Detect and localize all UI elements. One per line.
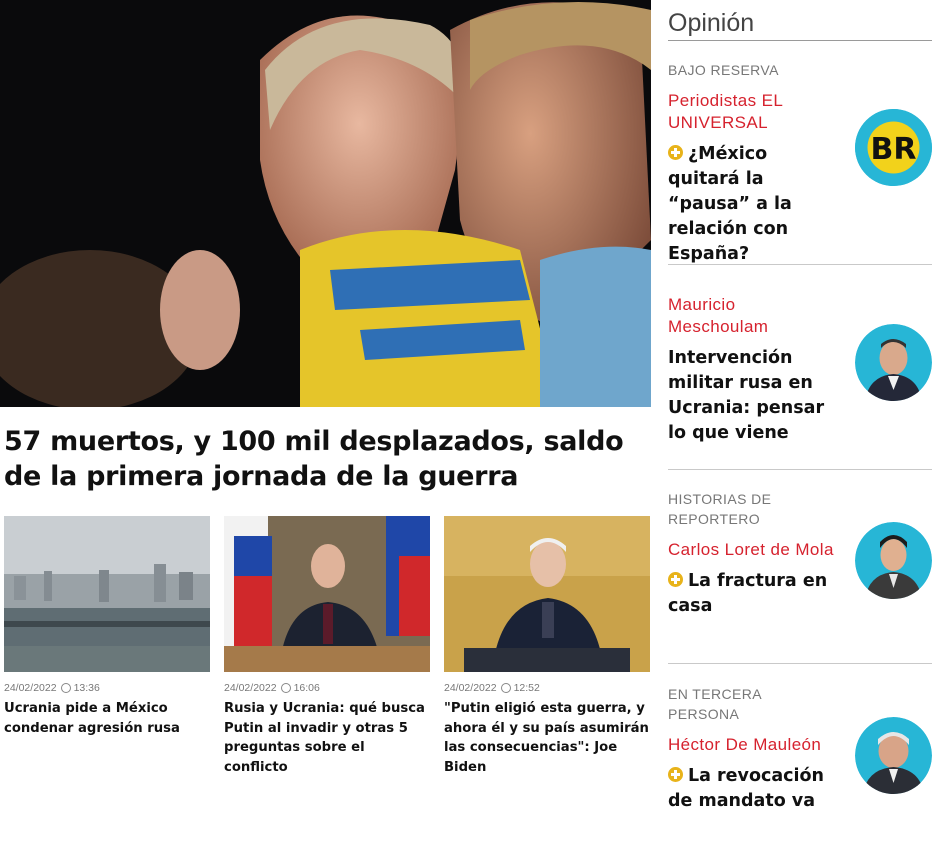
card-time: 13:36 <box>73 682 100 694</box>
clock-icon <box>500 683 511 693</box>
divider <box>668 663 932 664</box>
opinion-headline-text: La fractura en casa <box>668 571 828 616</box>
svg-text:BR: BR <box>871 132 917 167</box>
news-card[interactable]: 24/02/2022 16:06 Rusia y Ucrania: qué bu… <box>224 516 430 777</box>
clock-icon <box>60 683 71 693</box>
divider <box>668 264 932 265</box>
hero-image[interactable] <box>0 0 651 407</box>
card-time: 16:06 <box>293 682 320 694</box>
opinion-sidebar: Opinión BAJO RESERVA Periodistas EL UNIV… <box>668 0 932 811</box>
avatar[interactable] <box>855 324 932 401</box>
hero-headline[interactable]: 57 muertos, y 100 mil desplazados, saldo… <box>4 424 644 494</box>
putin-address-image[interactable] <box>224 516 430 672</box>
opinion-item[interactable]: Mauricio Meschoulam Intervención militar… <box>668 294 932 470</box>
opinion-title[interactable]: Opinión <box>668 8 932 38</box>
card-headline[interactable]: Rusia y Ucrania: qué busca Putin al inva… <box>224 699 430 777</box>
card-date: 24/02/2022 <box>224 682 277 694</box>
opinion-section[interactable]: BAJO RESERVA <box>668 60 932 80</box>
kyiv-skyline-image[interactable] <box>4 516 210 672</box>
divider <box>668 40 932 41</box>
opinion-item[interactable]: EN TERCERA PERSONA Héctor De Mauleón La … <box>668 684 932 814</box>
plus-icon <box>668 572 683 587</box>
card-meta: 24/02/2022 13:36 <box>4 681 210 695</box>
opinion-section[interactable]: HISTORIAS DE REPORTERO <box>668 489 808 529</box>
card-date: 24/02/2022 <box>4 682 57 694</box>
opinion-author[interactable]: Héctor De Mauleón <box>668 734 838 756</box>
avatar[interactable]: BR <box>855 109 932 186</box>
opinion-headline[interactable]: ¿México quitará la “pausa” a la relación… <box>668 142 840 267</box>
card-meta: 24/02/2022 12:52 <box>444 681 650 695</box>
author-photo <box>855 717 932 794</box>
opinion-headline-text: La revocación de mandato va <box>668 766 825 811</box>
hero-photo <box>0 0 651 407</box>
opinion-author[interactable]: Periodistas EL UNIVERSAL <box>668 90 838 134</box>
card-meta: 24/02/2022 16:06 <box>224 681 430 695</box>
opinion-item[interactable]: HISTORIAS DE REPORTERO Carlos Loret de M… <box>668 489 932 664</box>
card-headline[interactable]: Ucrania pide a México condenar agresión … <box>4 699 210 738</box>
opinion-author[interactable]: Mauricio Meschoulam <box>668 294 838 338</box>
clock-icon <box>280 683 291 693</box>
opinion-section[interactable]: EN TERCERA PERSONA <box>668 684 808 724</box>
opinion-item[interactable]: BAJO RESERVA Periodistas EL UNIVERSAL ¿M… <box>668 60 932 267</box>
news-card[interactable]: 24/02/2022 13:36 Ucrania pide a México c… <box>4 516 210 738</box>
divider <box>668 469 932 470</box>
plus-icon <box>668 767 683 782</box>
biden-podium-image[interactable] <box>444 516 650 672</box>
br-logo-icon: BR <box>855 109 932 186</box>
avatar[interactable] <box>855 522 932 599</box>
card-time: 12:52 <box>513 682 540 694</box>
news-card[interactable]: 24/02/2022 12:52 "Putin eligió esta guer… <box>444 516 650 777</box>
opinion-author[interactable]: Carlos Loret de Mola <box>668 539 848 561</box>
card-headline[interactable]: "Putin eligió esta guerra, y ahora él y … <box>444 699 650 777</box>
opinion-headline-text: ¿México quitará la “pausa” a la relación… <box>668 144 792 264</box>
avatar[interactable] <box>855 717 932 794</box>
opinion-headline[interactable]: Intervención militar rusa en Ucrania: pe… <box>668 346 840 446</box>
card-date: 24/02/2022 <box>444 682 497 694</box>
opinion-headline[interactable]: La fractura en casa <box>668 569 840 619</box>
plus-icon <box>668 145 683 160</box>
author-photo <box>855 324 932 401</box>
author-photo <box>855 522 932 599</box>
opinion-headline[interactable]: La revocación de mandato va <box>668 764 840 814</box>
